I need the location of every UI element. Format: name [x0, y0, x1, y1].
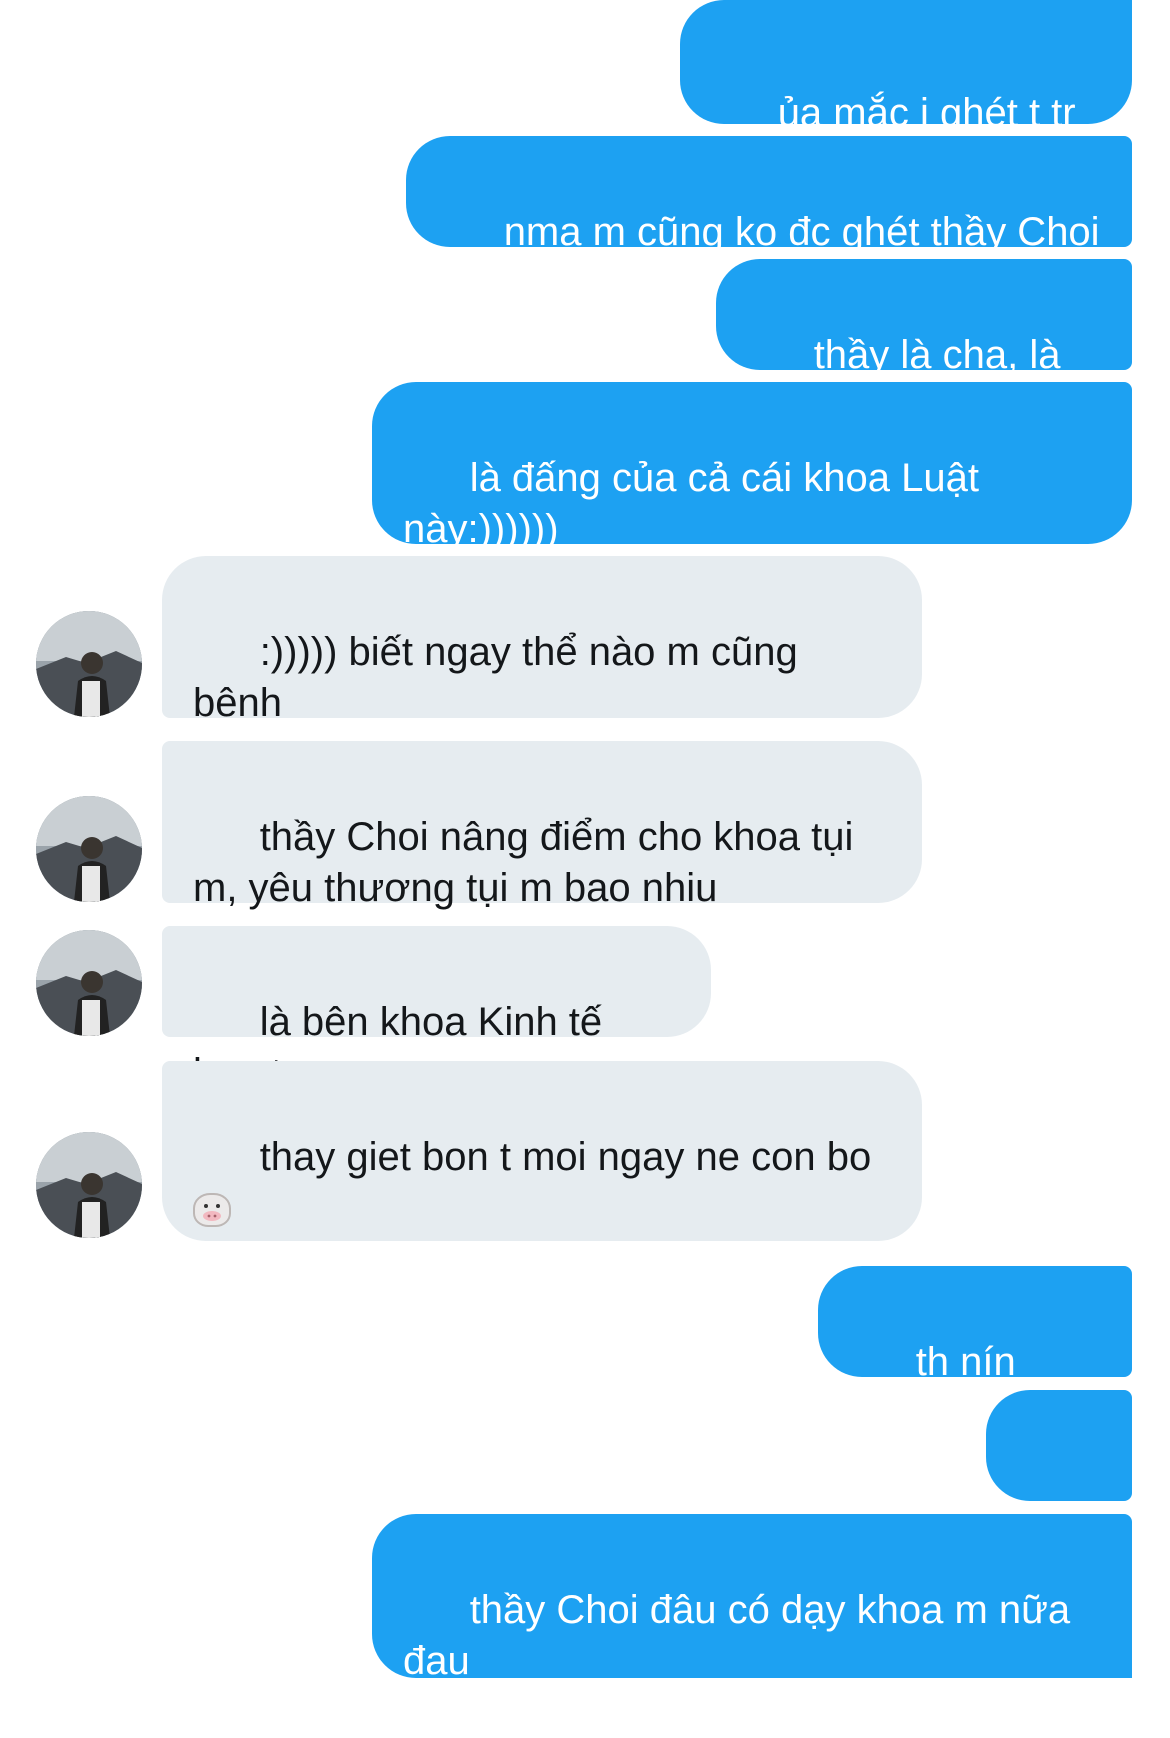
message-text: thay giet bon t moi ngay ne con bo [259, 1135, 872, 1179]
message-bubble[interactable]: thầy Choi nâng điểm cho khoa tụi m, yêu … [162, 741, 922, 910]
message-bubble[interactable]: ủa mắc j ghét t tr [680, 0, 1132, 183]
message-bubble[interactable]: nma m cũng ko đc ghét thầy Choi [406, 136, 1132, 254]
avatar-photo-icon [36, 611, 142, 717]
message-text: nma m cũng ko đc ghét thầy Choi [503, 210, 1100, 254]
message-bubble[interactable]: thầy Choi đâu có dạy khoa m nữa đau [372, 1514, 1132, 1683]
message-bubble[interactable]: thầy là cha, là mẹ [716, 259, 1132, 428]
message-thread: ủa mắc j ghét t tr nma m cũng ko đc ghét… [0, 0, 1170, 1683]
message-text: thầy Choi nâng điểm cho khoa tụi m, yêu … [193, 815, 854, 910]
message-text: :))))) biết ngay thể nào m cũng bênh [193, 630, 798, 725]
cow-face-emoji-icon [193, 1193, 231, 1228]
user-avatar[interactable] [36, 1132, 142, 1238]
message-text: thầy Choi đâu có dạy khoa m nữa đau [403, 1588, 1071, 1683]
message-bubble[interactable]: là bên khoa Kinh tế bọn t [162, 926, 711, 1095]
avatar-photo-icon [36, 796, 142, 902]
user-avatar[interactable] [36, 611, 142, 717]
avatar-photo-icon [36, 1132, 142, 1238]
message-text: là đấng của cả cái khoa Luật này:)))))) [403, 456, 979, 551]
message-bubble[interactable]: nma [986, 1390, 1132, 1559]
message-bubble[interactable]: là đấng của cả cái khoa Luật này:)))))) [372, 382, 1132, 551]
message-bubble[interactable]: thay giet bon t moi ngay ne con bo [162, 1061, 922, 1241]
message-text: ủa mắc j ghét t tr [777, 91, 1076, 135]
user-avatar[interactable] [36, 930, 142, 1036]
message-bubble[interactable]: :))))) biết ngay thể nào m cũng bênh [162, 556, 922, 725]
message-bubble[interactable]: th nín liền:))) [818, 1266, 1132, 1435]
avatar-photo-icon [36, 930, 142, 1036]
user-avatar[interactable] [36, 796, 142, 902]
